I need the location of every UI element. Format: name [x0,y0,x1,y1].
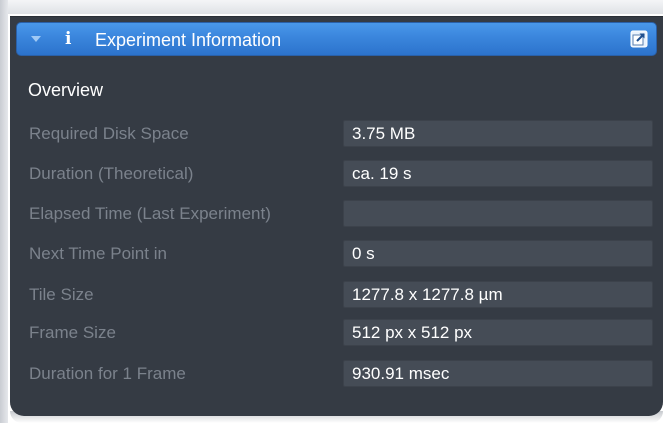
row-value-field[interactable]: 0 s [343,240,653,267]
popout-icon[interactable] [630,30,648,48]
row-label: Duration (Theoretical) [29,164,194,183]
row-label: Frame Size [29,323,116,342]
row-label: Elapsed Time (Last Experiment) [29,204,271,223]
row-label: Next Time Point in [29,244,167,263]
row-label: Required Disk Space [29,124,189,143]
screenshot-frame: i Experiment Information Overview Requir… [0,0,663,423]
row-frame-size: Frame Size 512 px x 512 px [0,318,663,347]
row-tile-size: Tile Size 1277.8 x 1277.8 µm [0,280,663,309]
panel-header[interactable]: i Experiment Information [16,22,657,56]
row-duration-one-frame: Duration for 1 Frame 930.91 msec [0,359,663,388]
top-strip [0,0,663,14]
chevron-down-icon[interactable] [31,36,41,42]
row-elapsed-time: Elapsed Time (Last Experiment) [0,199,663,228]
row-label: Duration for 1 Frame [29,364,186,383]
row-required-disk-space: Required Disk Space 3.75 MB [0,119,663,148]
overview-section-title: Overview [28,80,104,100]
row-next-time-point: Next Time Point in 0 s [0,239,663,268]
row-value-field[interactable]: 3.75 MB [343,120,653,147]
row-label: Tile Size [29,285,94,304]
row-value-field[interactable]: ca. 19 s [343,160,653,187]
panel-title: Experiment Information [95,30,282,50]
row-value-field[interactable]: 930.91 msec [343,360,653,387]
row-value-field[interactable]: 512 px x 512 px [343,319,653,346]
info-icon: i [65,29,72,49]
row-duration-theoretical: Duration (Theoretical) ca. 19 s [0,159,663,188]
row-value-field[interactable]: 1277.8 x 1277.8 µm [343,281,653,308]
row-value-field[interactable] [343,200,653,227]
